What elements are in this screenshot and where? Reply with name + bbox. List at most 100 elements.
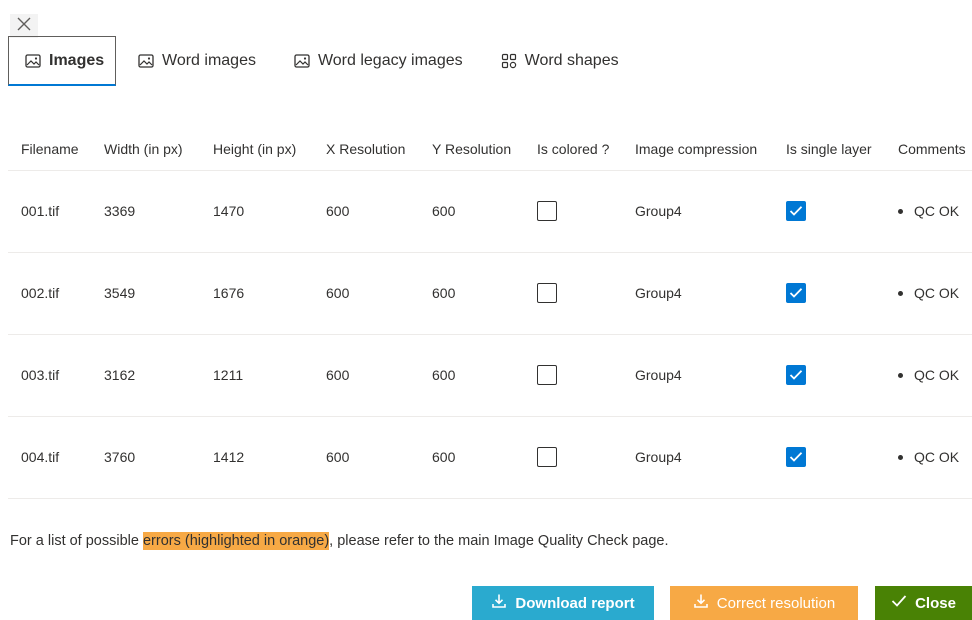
is-single-layer-checkbox[interactable] xyxy=(786,283,806,303)
image-icon xyxy=(138,53,154,69)
cell-compression: Group4 xyxy=(622,416,773,499)
cell-is-colored xyxy=(524,416,622,499)
comment-item: QC OK xyxy=(898,285,972,301)
checkmark-icon xyxy=(789,206,803,216)
header-y-resolution[interactable]: Y Resolution xyxy=(419,128,524,171)
tab-bar: Images Word images Word legacy images Wo… xyxy=(8,36,641,86)
cell-is-colored xyxy=(524,334,622,417)
bullet-icon xyxy=(898,208,903,214)
comment-item: QC OK xyxy=(898,367,972,383)
tab-word-shapes[interactable]: Word shapes xyxy=(485,36,635,86)
cell-is-single-layer xyxy=(773,416,885,499)
header-x-resolution[interactable]: X Resolution xyxy=(313,128,419,171)
tab-word-shapes-label: Word shapes xyxy=(524,52,619,69)
cell-comments: QC OK xyxy=(885,416,972,499)
cell-compression: Group4 xyxy=(622,170,773,253)
is-colored-checkbox[interactable] xyxy=(537,283,557,303)
cell-compression: Group4 xyxy=(622,334,773,417)
close-dialog-button[interactable] xyxy=(10,14,38,38)
cell-is-colored xyxy=(524,170,622,253)
header-is-colored[interactable]: Is colored ? xyxy=(524,128,622,171)
cell-width: 3162 xyxy=(91,334,200,417)
cell-height: 1470 xyxy=(200,170,313,253)
image-table: Filename Width (in px) Height (in px) X … xyxy=(8,128,972,499)
cell-y-resolution: 600 xyxy=(419,170,524,253)
checkmark-icon xyxy=(789,452,803,462)
cell-compression: Group4 xyxy=(622,252,773,335)
table-row: 002.tif 3549 1676 600 600 Group4 QC OK xyxy=(8,252,972,335)
cell-comments: QC OK xyxy=(885,334,972,417)
table-header-row: Filename Width (in px) Height (in px) X … xyxy=(8,128,972,171)
cell-width: 3549 xyxy=(91,252,200,335)
note-highlight: errors (highlighted in orange) xyxy=(142,532,330,550)
is-single-layer-checkbox[interactable] xyxy=(786,201,806,221)
download-icon xyxy=(693,593,709,613)
is-single-layer-checkbox[interactable] xyxy=(786,365,806,385)
cell-is-single-layer xyxy=(773,334,885,417)
table-row: 003.tif 3162 1211 600 600 Group4 QC OK xyxy=(8,334,972,417)
cell-is-single-layer xyxy=(773,252,885,335)
cell-filename: 002.tif xyxy=(8,252,91,335)
cell-filename: 001.tif xyxy=(8,170,91,253)
cell-x-resolution: 600 xyxy=(313,170,419,253)
comment-text: QC OK xyxy=(914,285,960,301)
image-icon xyxy=(294,53,310,69)
is-colored-checkbox[interactable] xyxy=(537,447,557,467)
cell-x-resolution: 600 xyxy=(313,334,419,417)
tab-images-label: Images xyxy=(49,51,105,69)
checkmark-icon xyxy=(891,594,907,612)
table-row: 001.tif 3369 1470 600 600 Group4 QC OK xyxy=(8,170,972,253)
cell-comments: QC OK xyxy=(885,252,972,335)
bullet-icon xyxy=(898,290,903,296)
note-text-after: , please refer to the main Image Quality… xyxy=(329,533,669,549)
cell-height: 1211 xyxy=(200,334,313,417)
comment-item: QC OK xyxy=(898,449,972,465)
close-icon xyxy=(17,17,31,36)
close-button-label: Close xyxy=(915,594,956,612)
checkmark-icon xyxy=(789,288,803,298)
tab-word-images[interactable]: Word images xyxy=(122,36,272,86)
errors-note: For a list of possible errors (highlight… xyxy=(10,532,669,550)
comment-text: QC OK xyxy=(914,203,960,219)
note-text-before: For a list of possible xyxy=(10,533,143,549)
comment-item: QC OK xyxy=(898,203,972,219)
shapes-icon xyxy=(501,53,517,69)
header-height[interactable]: Height (in px) xyxy=(200,128,313,171)
is-colored-checkbox[interactable] xyxy=(537,365,557,385)
cell-filename: 004.tif xyxy=(8,416,91,499)
correct-resolution-label: Correct resolution xyxy=(716,594,836,612)
cell-y-resolution: 600 xyxy=(419,252,524,335)
checkmark-icon xyxy=(789,370,803,380)
image-icon xyxy=(25,53,41,69)
cell-width: 3369 xyxy=(91,170,200,253)
cell-x-resolution: 600 xyxy=(313,252,419,335)
cell-x-resolution: 600 xyxy=(313,416,419,499)
header-is-single-layer[interactable]: Is single layer xyxy=(773,128,885,171)
header-filename[interactable]: Filename xyxy=(8,128,91,171)
table-row: 004.tif 3760 1412 600 600 Group4 QC OK xyxy=(8,416,972,499)
cell-height: 1412 xyxy=(200,416,313,499)
cell-y-resolution: 600 xyxy=(419,334,524,417)
download-icon xyxy=(491,593,507,613)
bullet-icon xyxy=(898,372,903,378)
bullet-icon xyxy=(898,454,903,460)
is-single-layer-checkbox[interactable] xyxy=(786,447,806,467)
cell-is-single-layer xyxy=(773,170,885,253)
cell-filename: 003.tif xyxy=(8,334,91,417)
tab-word-legacy-images[interactable]: Word legacy images xyxy=(278,36,479,86)
correct-resolution-button[interactable]: Correct resolution xyxy=(670,586,858,620)
tab-images[interactable]: Images xyxy=(8,36,116,86)
close-button[interactable]: Close xyxy=(875,586,972,620)
cell-width: 3760 xyxy=(91,416,200,499)
header-comments[interactable]: Comments xyxy=(885,128,972,171)
header-width[interactable]: Width (in px) xyxy=(91,128,200,171)
tab-word-legacy-images-label: Word legacy images xyxy=(317,52,463,69)
comment-text: QC OK xyxy=(914,367,960,383)
comment-text: QC OK xyxy=(914,449,960,465)
tab-word-images-label: Word images xyxy=(162,52,256,69)
is-colored-checkbox[interactable] xyxy=(537,201,557,221)
header-image-compression[interactable]: Image compression xyxy=(622,128,773,171)
download-report-button[interactable]: Download report xyxy=(472,586,654,620)
cell-is-colored xyxy=(524,252,622,335)
image-qc-dialog: Images Word images Word legacy images Wo… xyxy=(0,0,972,620)
